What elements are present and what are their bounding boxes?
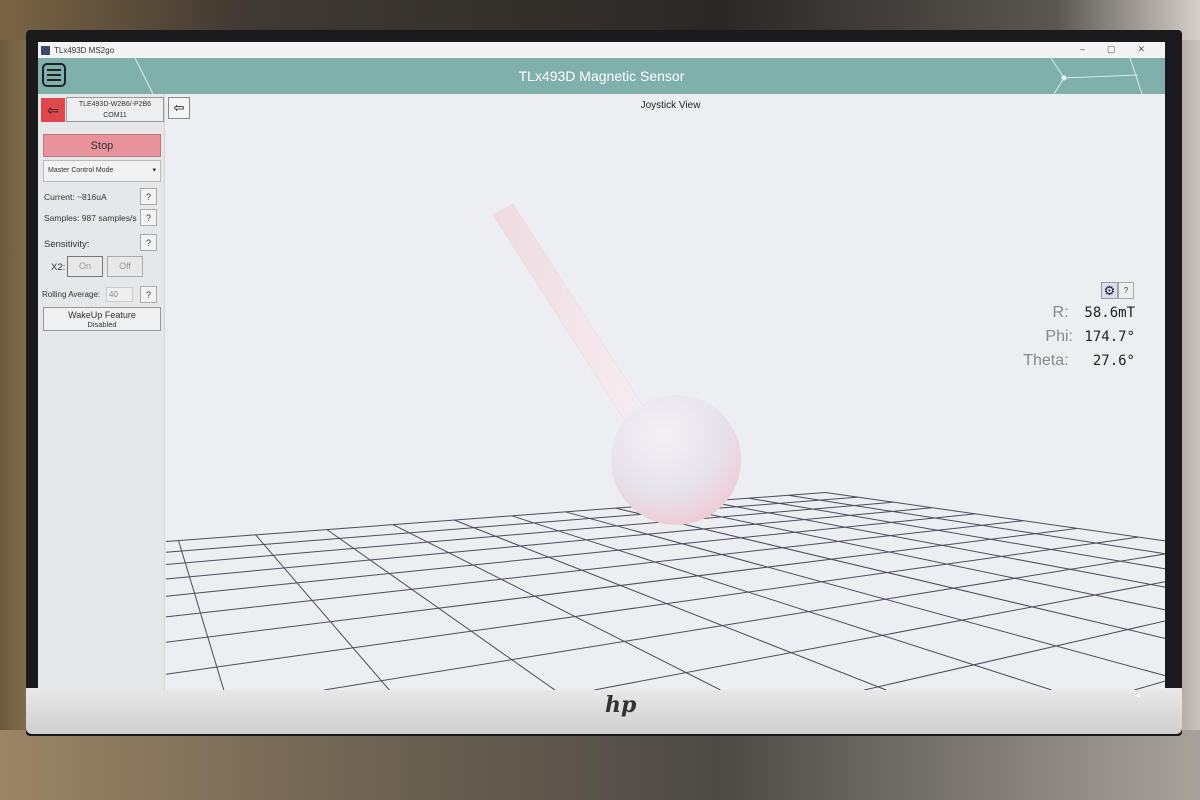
readout-theta: Theta: 27.6°: [1023, 352, 1135, 370]
minimize-button[interactable]: –: [1080, 44, 1085, 55]
grid-line: [565, 511, 1165, 677]
x2-on-button[interactable]: On: [67, 256, 103, 277]
gear-icon[interactable]: ⚙: [1101, 282, 1118, 299]
grid-line: [864, 620, 1165, 690]
sensitivity-help-button[interactable]: ?: [140, 234, 157, 251]
theta-label: Theta:: [1023, 352, 1069, 369]
background-desk: [0, 730, 1200, 800]
x2-off-button[interactable]: Off: [107, 256, 143, 277]
grid-line: [1134, 680, 1165, 690]
app-window: TLx493D MS2go – ▢ ✕ TLx493D Magnetic Sen…: [38, 42, 1165, 690]
grid-line: [324, 553, 1165, 690]
current-label: Current: ~816uA: [44, 192, 107, 202]
joystick-ball: [611, 395, 741, 525]
stop-button[interactable]: Stop: [43, 134, 161, 157]
wakeup-title: WakeUp Feature: [68, 310, 136, 320]
readout-help-button[interactable]: ?: [1118, 282, 1134, 299]
hp-logo: hp: [605, 692, 637, 718]
theta-value: 27.6°: [1092, 353, 1135, 369]
rolling-average-input[interactable]: 40: [106, 287, 133, 302]
wakeup-feature-button[interactable]: WakeUp Feature Disabled: [43, 307, 161, 331]
grid-line: [178, 540, 225, 690]
mode-select-value: Master Control Mode: [48, 167, 114, 174]
sensitivity-label: Sensitivity:: [44, 239, 90, 250]
grid-line: [166, 520, 1024, 618]
window-title: TLx493D MS2go: [54, 45, 115, 55]
r-value: 58.6mT: [1084, 305, 1135, 321]
device-name: TLE493D-W2B6/-P2B6: [78, 101, 152, 108]
sidebar: ⇦ TLE493D-W2B6/-P2B6 COM11 Stop Master C…: [38, 94, 165, 690]
app-title: TLx493D Magnetic Sensor: [518, 68, 685, 84]
rolling-help-button[interactable]: ?: [140, 286, 157, 303]
arrow-left-icon: ⇦: [47, 101, 59, 118]
phi-label: Phi:: [1045, 328, 1073, 345]
grid-line: [748, 497, 1165, 570]
joystick-view: ⇦ Joystick View ⚙ ? R: 58.6mT Phi: 174.7°…: [166, 94, 1165, 690]
monitor-chin: [26, 688, 1182, 734]
wakeup-status: Disabled: [87, 320, 117, 329]
app-icon: [41, 45, 50, 55]
title-bar: TLx493D MS2go – ▢ ✕: [38, 42, 1165, 58]
readout-r: R: 58.6mT: [1053, 304, 1135, 322]
chevron-down-icon: ▾: [152, 167, 156, 174]
samples-help-button[interactable]: ?: [140, 209, 157, 226]
grid-line: [788, 494, 1165, 555]
mode-select[interactable]: Master Control Mode ▾: [43, 160, 161, 182]
r-label: R:: [1052, 304, 1069, 321]
grid-line: [706, 500, 1165, 588]
disconnect-back-button[interactable]: ⇦: [41, 98, 65, 122]
readout-phi: Phi: 174.7°: [1045, 328, 1135, 346]
grid-line: [615, 507, 1165, 639]
grid-line: [166, 513, 976, 597]
samples-label: Samples: 987 samples/s: [44, 213, 137, 223]
joystick-3d-scene[interactable]: [166, 94, 1165, 690]
device-port: COM11: [103, 112, 127, 119]
power-led: [1137, 694, 1140, 697]
x2-label: X2:: [51, 262, 66, 273]
close-button[interactable]: ✕: [1137, 44, 1145, 55]
grid-line: [825, 492, 1165, 542]
phi-value: 174.7°: [1084, 329, 1135, 345]
device-selector[interactable]: TLE493D-W2B6/-P2B6 COM11: [66, 97, 164, 122]
grid-line: [166, 536, 1139, 675]
rolling-average-label: Rolling Average:: [42, 290, 101, 299]
app-header: TLx493D Magnetic Sensor: [38, 58, 1165, 94]
view-title: Joystick View: [640, 100, 701, 111]
grid-line: [255, 534, 390, 690]
maximize-button[interactable]: ▢: [1107, 44, 1116, 55]
current-help-button[interactable]: ?: [140, 188, 157, 205]
